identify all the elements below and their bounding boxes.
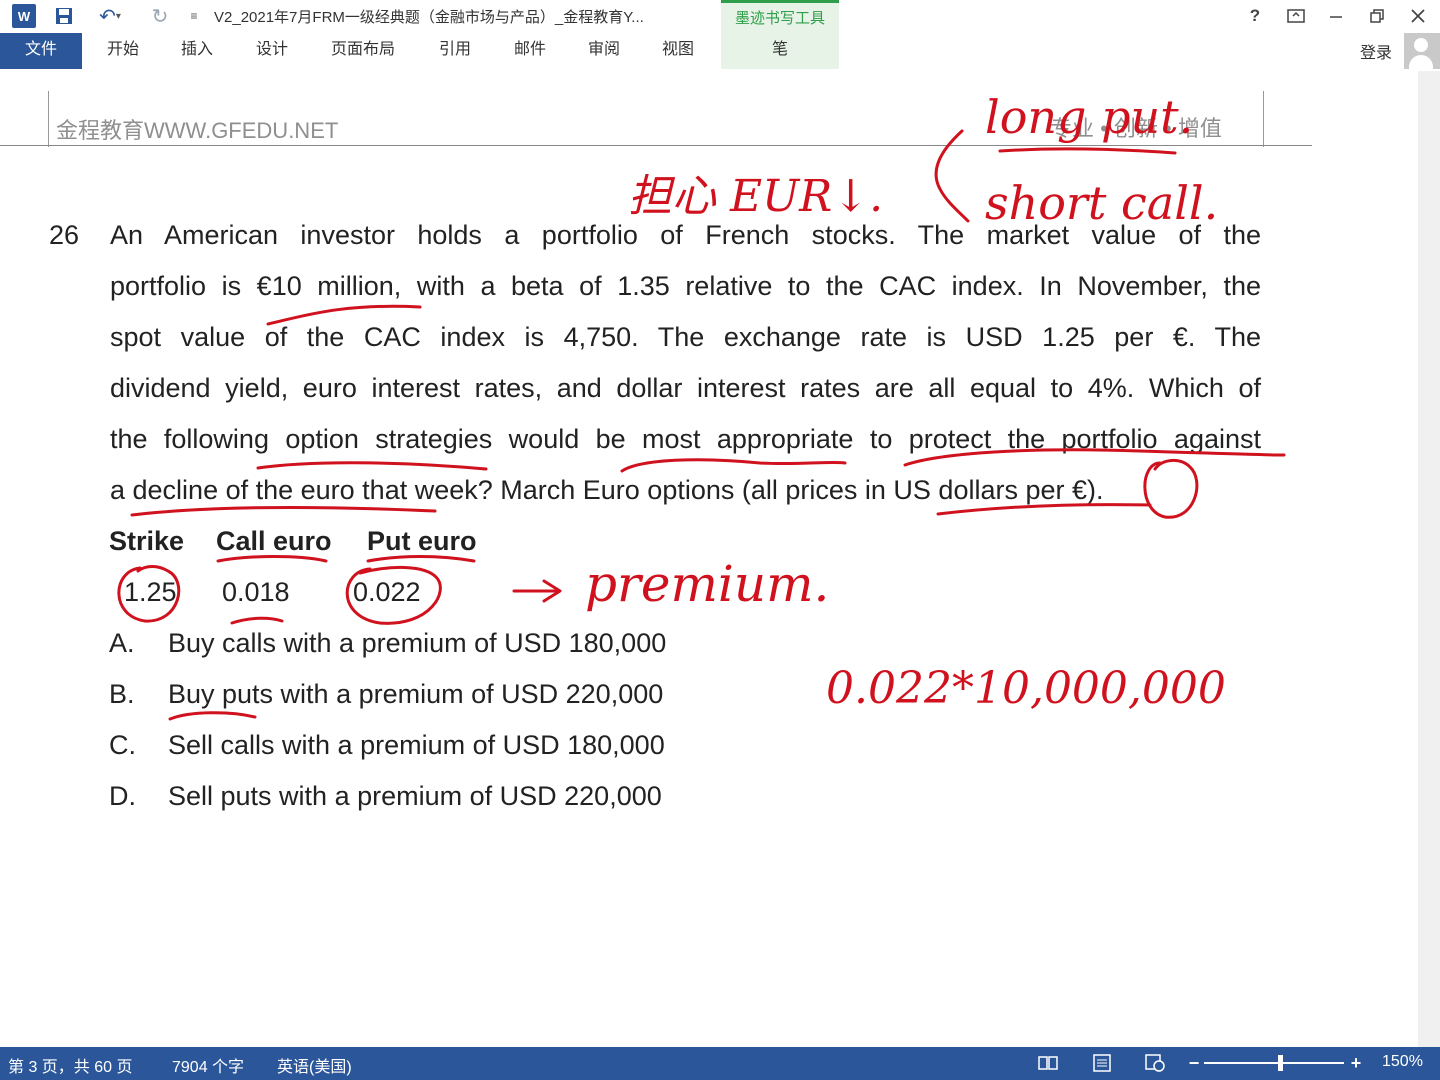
option-a-text: Buy calls with a premium of USD 180,000 <box>168 628 667 658</box>
ink-arrow <box>512 579 562 603</box>
question-line-2: portfolio is €10 million, with a beta of… <box>110 271 1261 301</box>
login-link[interactable]: 登录 <box>1360 39 1392 63</box>
tab-page-layout[interactable]: 页面布局 <box>321 33 405 69</box>
word-logo-icon: W <box>12 4 36 28</box>
zoom-slider-thumb[interactable] <box>1278 1055 1283 1071</box>
status-language[interactable]: 英语(美国) <box>277 1053 352 1077</box>
read-mode-icon[interactable] <box>1036 1051 1060 1075</box>
zoom-level[interactable]: 150% <box>1382 1053 1423 1071</box>
table-header-put: Put euro <box>367 526 477 556</box>
tab-view[interactable]: 视图 <box>650 33 706 69</box>
ink-calculation: 0.022*10,000,000 <box>826 663 1226 714</box>
vertical-scrollbar[interactable] <box>1418 71 1440 1047</box>
status-bar: 第 3 页，共 60 页 7904 个字 英语(美国) − + 150% <box>0 1047 1440 1080</box>
tab-design[interactable]: 设计 <box>244 33 300 69</box>
question-line-3: spot value of the CAC index is 4,750. Th… <box>110 322 1261 352</box>
question-line-6: a decline of the euro that week? March E… <box>110 475 1104 505</box>
option-b-text: Buy puts with a premium of USD 220,000 <box>168 679 664 709</box>
question-number: 26 <box>49 220 80 250</box>
tab-pen[interactable]: 笔 <box>721 33 839 69</box>
option-a-letter: A. <box>109 628 135 658</box>
ink-underline-decline-euro <box>130 506 437 517</box>
option-c-text: Sell calls with a premium of USD 180,000 <box>168 730 665 760</box>
ink-underline-most-appropriate <box>620 458 847 473</box>
ink-long-put-underline <box>998 147 1177 155</box>
zoom-slider[interactable] <box>1204 1062 1344 1064</box>
option-b-letter: B. <box>109 679 135 709</box>
ink-premium: premium. <box>585 555 829 613</box>
header-right-text: 专业 • 创新 • 增值 <box>1050 116 1222 141</box>
title-bar: W ↶ ▾ ↻ ≡ V2_2021年7月FRM一级经典题（金融市场与产品）_金程教… <box>0 0 1440 33</box>
option-d-letter: D. <box>109 781 136 811</box>
undo-icon[interactable]: ↶ ▾ <box>92 4 128 28</box>
minimize-icon[interactable] <box>1321 4 1351 28</box>
table-header-call: Call euro <box>216 526 332 556</box>
ink-note-eur-down: 担心 EUR↓. <box>628 171 883 222</box>
ink-tools-context-tab: 墨迹书写工具 <box>721 0 839 33</box>
table-cell-call: 0.018 <box>222 577 290 607</box>
zoom-out-icon[interactable]: − <box>1182 1051 1206 1075</box>
zoom-in-icon[interactable]: + <box>1344 1051 1368 1075</box>
question-line-4: dividend yield, euro interest rates, and… <box>110 373 1261 403</box>
help-button[interactable]: ? <box>1240 4 1270 28</box>
status-page[interactable]: 第 3 页，共 60 页 <box>8 1053 132 1077</box>
ink-underline-call-value <box>230 616 284 625</box>
table-cell-strike: 1.25 <box>124 577 177 607</box>
ribbon-tabs: 文件 开始 插入 设计 页面布局 引用 邮件 审阅 视图 笔 登录 <box>0 33 1440 71</box>
customize-toolbar-icon[interactable]: ≡ <box>184 4 204 28</box>
document-page[interactable]: 金程教育WWW.GFEDU.NET 专业 • 创新 • 增值 26 An Ame… <box>0 71 1418 1047</box>
ink-underline-buy-puts <box>168 711 257 721</box>
print-layout-icon[interactable] <box>1090 1051 1114 1075</box>
close-icon[interactable] <box>1403 4 1433 28</box>
table-header-strike: Strike <box>109 526 185 556</box>
restore-icon[interactable] <box>1362 4 1392 28</box>
ink-underline-following-option <box>256 461 488 471</box>
table-cell-put: 0.022 <box>353 577 421 607</box>
tab-file[interactable]: 文件 <box>0 33 82 69</box>
tab-review[interactable]: 审阅 <box>576 33 632 69</box>
save-icon[interactable] <box>52 4 76 28</box>
redo-icon[interactable]: ↻ <box>148 4 172 28</box>
option-d-text: Sell puts with a premium of USD 220,000 <box>168 781 662 811</box>
tab-mailings[interactable]: 邮件 <box>502 33 558 69</box>
header-divider <box>0 145 1312 146</box>
header-left-text: 金程教育WWW.GFEDU.NET <box>56 118 339 143</box>
question-line-1: An American investor holds a portfolio o… <box>110 220 1261 250</box>
ribbon-display-options-icon[interactable] <box>1281 4 1311 28</box>
document-title: V2_2021年7月FRM一级经典题（金融市场与产品）_金程教育Y... <box>214 9 644 26</box>
status-word-count[interactable]: 7904 个字 <box>172 1053 244 1077</box>
question-line-5: the following option strategies would be… <box>110 424 1261 454</box>
tab-home[interactable]: 开始 <box>95 33 151 69</box>
avatar[interactable] <box>1404 33 1440 69</box>
option-c-letter: C. <box>109 730 136 760</box>
web-layout-icon[interactable] <box>1143 1051 1167 1075</box>
tab-insert[interactable]: 插入 <box>169 33 225 69</box>
tab-references[interactable]: 引用 <box>427 33 483 69</box>
